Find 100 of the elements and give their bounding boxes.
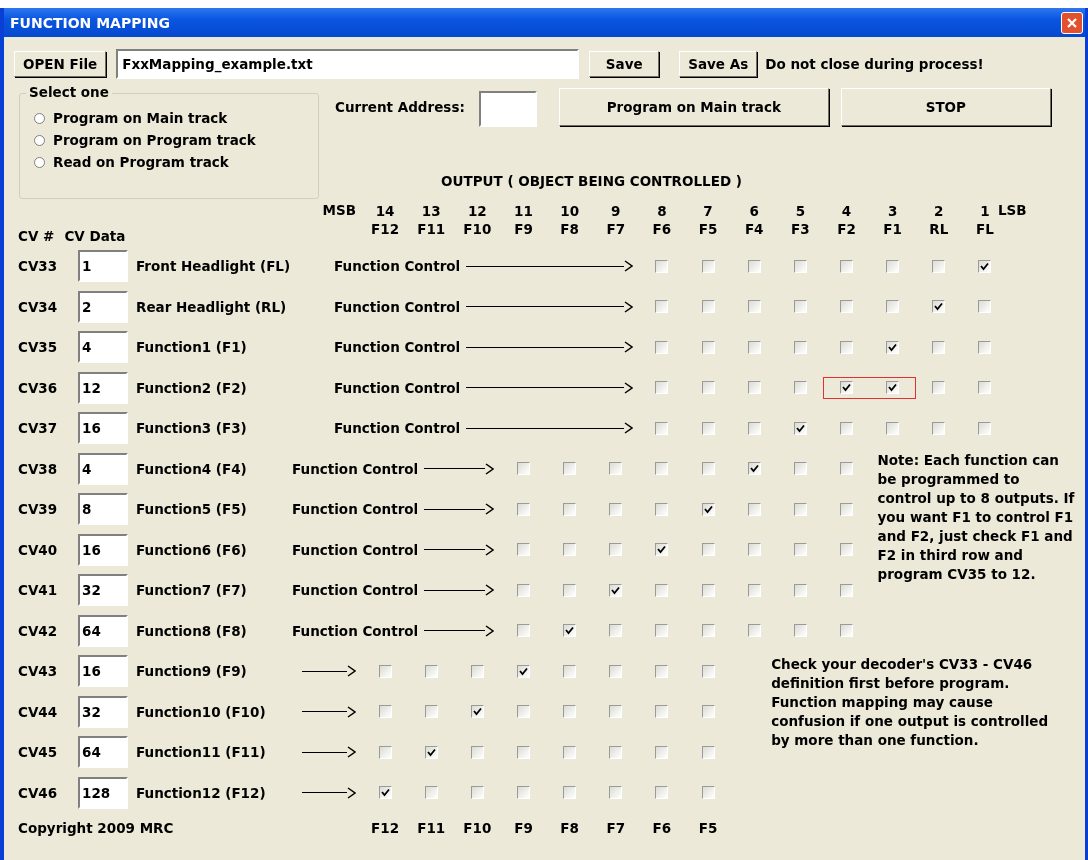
cv-data-field[interactable]: 64 xyxy=(78,614,128,647)
checkbox[interactable] xyxy=(701,421,715,435)
checkbox[interactable] xyxy=(839,583,853,597)
checkbox[interactable] xyxy=(701,300,715,314)
checkbox[interactable] xyxy=(563,583,577,597)
checkbox[interactable] xyxy=(978,340,992,354)
checkbox[interactable] xyxy=(609,705,623,719)
checkbox[interactable] xyxy=(424,705,438,719)
checkbox[interactable] xyxy=(517,705,530,719)
checkbox[interactable] xyxy=(517,664,530,678)
checkbox[interactable] xyxy=(517,624,530,638)
checkbox[interactable] xyxy=(747,381,761,395)
checkbox[interactable] xyxy=(978,381,992,395)
checkbox[interactable] xyxy=(609,583,623,597)
checkbox[interactable] xyxy=(378,745,392,759)
checkbox[interactable] xyxy=(793,259,807,273)
checkbox[interactable] xyxy=(517,786,530,800)
checkbox[interactable] xyxy=(378,786,392,800)
save-button[interactable]: Save xyxy=(589,51,660,77)
checkbox[interactable] xyxy=(932,340,946,354)
checkbox[interactable] xyxy=(747,300,761,314)
program-button[interactable]: Program on Main track xyxy=(558,88,829,126)
checkbox[interactable] xyxy=(655,583,669,597)
checkbox[interactable] xyxy=(655,705,669,719)
checkbox[interactable] xyxy=(470,786,484,800)
close-button[interactable] xyxy=(1061,11,1083,34)
checkbox[interactable] xyxy=(563,502,577,516)
checkbox[interactable] xyxy=(932,381,946,395)
checkbox[interactable] xyxy=(886,421,900,435)
cv-data-field[interactable]: 1 xyxy=(78,250,128,283)
checkbox[interactable] xyxy=(563,543,577,557)
checkbox[interactable] xyxy=(839,502,853,516)
checkbox[interactable] xyxy=(655,664,669,678)
checkbox[interactable] xyxy=(932,300,946,314)
stop-button[interactable]: STOP xyxy=(840,88,1051,126)
checkbox[interactable] xyxy=(701,259,715,273)
checkbox[interactable] xyxy=(701,745,715,759)
checkbox[interactable] xyxy=(932,421,946,435)
checkbox[interactable] xyxy=(886,259,900,273)
checkbox[interactable] xyxy=(747,340,761,354)
radio-label[interactable]: Program on Program track xyxy=(53,132,256,148)
checkbox[interactable] xyxy=(793,462,807,476)
checkbox[interactable] xyxy=(609,786,623,800)
checkbox[interactable] xyxy=(609,664,623,678)
checkbox[interactable] xyxy=(978,300,992,314)
radio-button[interactable] xyxy=(34,134,45,146)
checkbox[interactable] xyxy=(701,705,715,719)
checkbox[interactable] xyxy=(701,786,715,800)
checkbox[interactable] xyxy=(839,381,853,395)
checkbox[interactable] xyxy=(886,300,900,314)
checkbox[interactable] xyxy=(655,381,669,395)
checkbox[interactable] xyxy=(839,624,853,638)
checkbox[interactable] xyxy=(839,543,853,557)
cv-data-field[interactable]: 8 xyxy=(78,493,128,526)
checkbox[interactable] xyxy=(563,786,577,800)
checkbox[interactable] xyxy=(747,421,761,435)
close-icon[interactable] xyxy=(1066,16,1078,29)
checkbox[interactable] xyxy=(609,624,623,638)
checkbox[interactable] xyxy=(609,462,623,476)
checkbox[interactable] xyxy=(886,340,900,354)
cv-data-field[interactable]: 4 xyxy=(78,452,128,485)
cv-data-field[interactable]: 64 xyxy=(78,736,128,769)
checkbox[interactable] xyxy=(747,583,761,597)
checkbox[interactable] xyxy=(655,745,669,759)
checkbox[interactable] xyxy=(978,421,992,435)
checkbox[interactable] xyxy=(839,462,853,476)
checkbox[interactable] xyxy=(609,502,623,516)
checkbox[interactable] xyxy=(655,462,669,476)
checkbox[interactable] xyxy=(655,543,669,557)
checkbox[interactable] xyxy=(701,381,715,395)
save-as-button[interactable]: Save As xyxy=(679,51,758,77)
checkbox[interactable] xyxy=(655,786,669,800)
cv-data-field[interactable]: 2 xyxy=(78,290,128,323)
checkbox[interactable] xyxy=(701,502,715,516)
cv-data-field[interactable]: 16 xyxy=(78,533,128,566)
checkbox[interactable] xyxy=(470,705,484,719)
cv-data-field[interactable]: 16 xyxy=(78,412,128,445)
checkbox[interactable] xyxy=(701,543,715,557)
checkbox[interactable] xyxy=(563,462,577,476)
checkbox[interactable] xyxy=(655,624,669,638)
checkbox[interactable] xyxy=(424,745,438,759)
checkbox[interactable] xyxy=(747,462,761,476)
cv-data-field[interactable]: 12 xyxy=(78,371,128,404)
checkbox[interactable] xyxy=(747,624,761,638)
open-file-button[interactable]: OPEN File xyxy=(14,51,107,77)
checkbox[interactable] xyxy=(839,259,853,273)
checkbox[interactable] xyxy=(793,300,807,314)
checkbox[interactable] xyxy=(609,745,623,759)
checkbox[interactable] xyxy=(563,664,577,678)
checkbox[interactable] xyxy=(747,543,761,557)
cv-data-field[interactable]: 16 xyxy=(78,655,128,688)
checkbox[interactable] xyxy=(470,664,484,678)
cv-data-field[interactable]: 32 xyxy=(78,695,128,728)
checkbox[interactable] xyxy=(793,340,807,354)
checkbox[interactable] xyxy=(517,543,530,557)
checkbox[interactable] xyxy=(978,259,992,273)
checkbox[interactable] xyxy=(701,583,715,597)
checkbox[interactable] xyxy=(701,624,715,638)
checkbox[interactable] xyxy=(470,745,484,759)
checkbox[interactable] xyxy=(424,664,438,678)
